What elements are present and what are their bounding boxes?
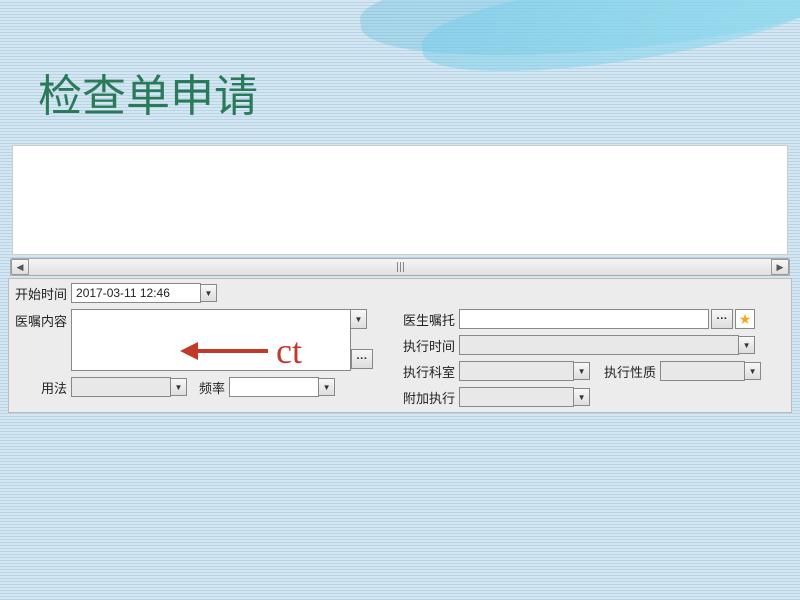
freq-label: 频率: [199, 378, 225, 397]
doctor-note-more-button[interactable]: ···: [711, 309, 733, 329]
annotation-text: ct: [276, 330, 302, 372]
exec-nature-dropdown[interactable]: ▼: [745, 362, 761, 380]
exec-dept-dropdown[interactable]: ▼: [574, 362, 590, 380]
decor-swoosh: [416, 0, 800, 89]
usage-dropdown[interactable]: ▼: [171, 378, 187, 396]
exec-dept-select[interactable]: [459, 361, 574, 381]
freq-select[interactable]: [229, 377, 319, 397]
exec-nature-label: 执行性质: [604, 362, 656, 381]
scroll-grip[interactable]: [385, 261, 415, 273]
doctor-note-input[interactable]: [459, 309, 709, 329]
arrow-head-icon: [180, 342, 198, 360]
page-title: 检查单申请: [38, 60, 258, 124]
order-content-dropdown[interactable]: ▼: [351, 309, 367, 329]
usage-label: 用法: [41, 378, 67, 397]
horizontal-scrollbar[interactable]: ◀ ▶: [10, 258, 790, 276]
start-time-dropdown[interactable]: ▼: [201, 284, 217, 302]
exec-time-dropdown[interactable]: ▼: [739, 336, 755, 354]
doctor-note-label: 医生嘱托: [403, 310, 455, 329]
order-content-label: 医嘱内容: [15, 311, 67, 330]
usage-select[interactable]: [71, 377, 171, 397]
exec-nature-select[interactable]: [660, 361, 745, 381]
favorite-button[interactable]: ★: [735, 309, 755, 329]
scroll-left-button[interactable]: ◀: [11, 259, 29, 275]
start-time-input[interactable]: 2017-03-11 12:46: [71, 283, 201, 303]
start-time-label: 开始时间: [15, 284, 67, 303]
form-panel: 开始时间 2017-03-11 12:46 ▼ 医嘱内容 ▼ ··· 用法 ▼ …: [8, 278, 792, 413]
exec-time-select[interactable]: [459, 335, 739, 355]
annotation-arrow: ct: [180, 330, 302, 372]
freq-dropdown[interactable]: ▼: [319, 378, 335, 396]
addon-exec-select[interactable]: [459, 387, 574, 407]
content-area: [12, 145, 788, 255]
exec-time-label: 执行时间: [403, 336, 455, 355]
exec-dept-label: 执行科室: [403, 362, 455, 381]
scroll-right-button[interactable]: ▶: [771, 259, 789, 275]
addon-exec-label: 附加执行: [403, 388, 455, 407]
order-content-more-button[interactable]: ···: [351, 349, 373, 369]
arrow-line: [198, 349, 268, 353]
addon-exec-dropdown[interactable]: ▼: [574, 388, 590, 406]
